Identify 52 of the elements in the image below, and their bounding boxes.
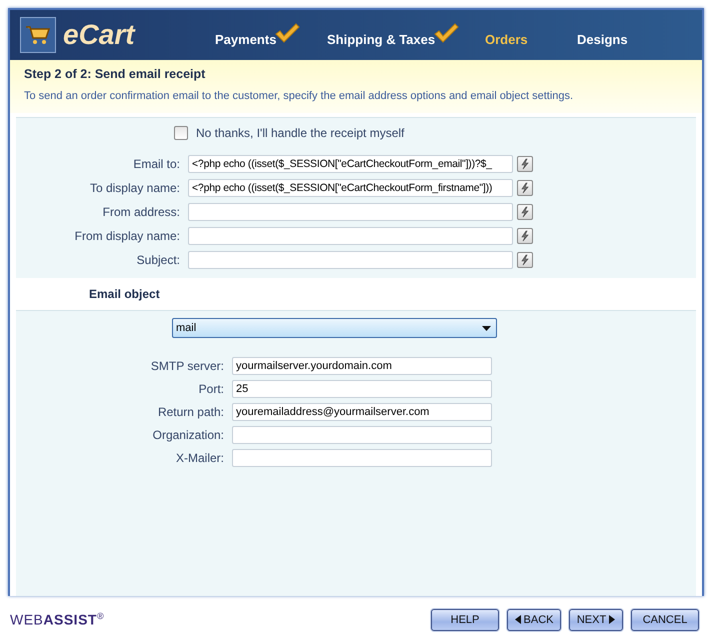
brand-logo: WEBASSIST$^{®}$ [10, 611, 106, 628]
section-heading: Email object [89, 287, 160, 301]
field-label: Email to: [132, 157, 181, 171]
input-field[interactable]: <?php echo ((isset($_SESSION["eCartCheckoutForm_email"]))?$_ [188, 155, 513, 173]
back-button[interactable]: BACK [507, 608, 561, 630]
nav-tab[interactable]: Designs [577, 32, 628, 46]
field-label: From display name: [74, 229, 181, 243]
next-button[interactable]: NEXT [569, 608, 623, 630]
field-label: To display name: [88, 181, 181, 195]
checkmark-icon [274, 23, 300, 43]
nav-tab[interactable]: Payments [215, 32, 276, 46]
input-field[interactable] [188, 251, 513, 269]
checkmark-icon [433, 23, 460, 43]
footer-button[interactable]: CANCEL [631, 608, 699, 630]
input-field[interactable] [188, 227, 513, 245]
input-field[interactable]: <?php echo ((isset($_SESSION["eCartCheckoutForm_firstname"])) [188, 179, 513, 197]
checkbox-label: No thanks, I'll handle the receipt myself [196, 126, 404, 140]
step-title: Step 2 of 2: Send email receipt [24, 66, 206, 81]
lightning-icon [519, 254, 531, 266]
nav-tab[interactable]: Shipping & Taxes [327, 32, 436, 46]
field-label: SMTP server: [150, 358, 225, 372]
field-label: Organization: [152, 428, 225, 442]
lightning-icon [519, 158, 531, 170]
dynamic-data-button[interactable] [517, 252, 533, 268]
dynamic-data-button[interactable] [517, 228, 533, 244]
email-object-dropdown[interactable]: mail [172, 318, 497, 338]
dynamic-data-button[interactable] [517, 204, 533, 220]
input-field[interactable]: youremailaddress@yourmailserver.com [232, 402, 492, 420]
dropdown-arrow-icon [482, 326, 491, 330]
footer-button[interactable]: HELP [431, 608, 499, 630]
field-label: Subject: [136, 253, 181, 267]
input-field[interactable] [188, 203, 513, 221]
field-label: Port: [198, 382, 225, 396]
input-field[interactable] [232, 448, 492, 466]
input-field[interactable]: 25 [232, 380, 492, 398]
field-label: X-Mailer: [174, 450, 225, 464]
cart-icon [20, 17, 56, 53]
field-label: From address: [102, 205, 181, 219]
field-label: Return path: [156, 404, 225, 418]
nav-tab[interactable]: Orders [485, 32, 528, 46]
step-description: To send an order confirmation email to the customer, specify the email address options and email object settings. [24, 90, 574, 102]
input-field[interactable]: yourmailserver.yourdomain.com [232, 356, 492, 374]
left-arrow-icon [514, 615, 521, 624]
right-arrow-icon [609, 615, 616, 624]
dynamic-data-button[interactable] [517, 156, 533, 172]
checkbox[interactable] [174, 126, 188, 140]
lightning-icon [519, 206, 531, 218]
input-field[interactable] [232, 426, 492, 444]
app-logo: eCart [63, 19, 136, 51]
dynamic-data-button[interactable] [517, 180, 533, 196]
lightning-icon [519, 230, 531, 242]
lightning-icon [519, 182, 531, 194]
